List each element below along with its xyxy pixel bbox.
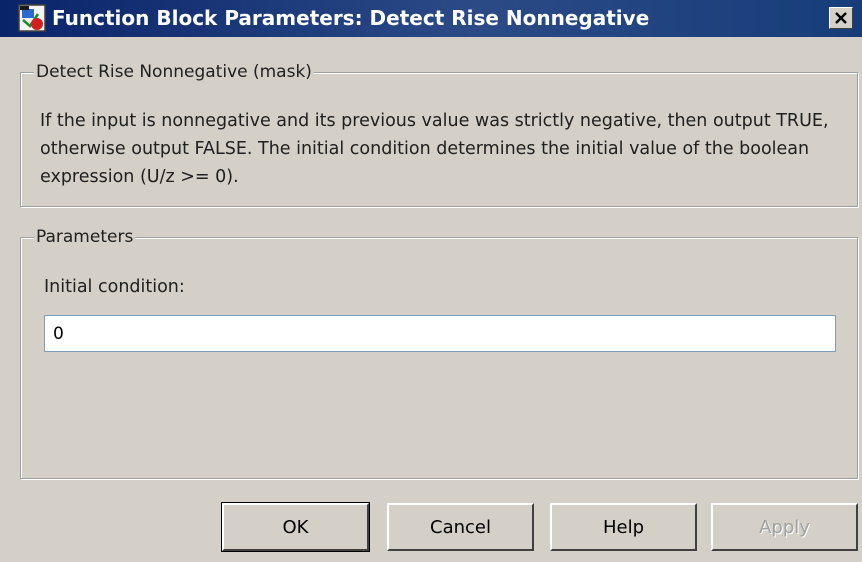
- parameters-group-legend: Parameters: [34, 227, 136, 247]
- title-bar: Function Block Parameters: Detect Rise N…: [0, 0, 862, 37]
- apply-button: Apply: [711, 503, 858, 551]
- close-icon: [835, 12, 847, 24]
- window-title: Function Block Parameters: Detect Rise N…: [52, 6, 650, 30]
- parameters-group: [20, 237, 858, 479]
- mask-description: If the input is nonnegative and its prev…: [40, 111, 829, 187]
- cancel-button[interactable]: Cancel: [387, 503, 534, 551]
- ok-button[interactable]: OK: [222, 503, 369, 551]
- mask-group-legend: Detect Rise Nonnegative (mask): [34, 62, 314, 82]
- help-button[interactable]: Help: [550, 503, 697, 551]
- close-button[interactable]: [829, 7, 853, 29]
- initial-condition-input[interactable]: [44, 315, 836, 352]
- simulink-block-icon[interactable]: [18, 4, 46, 32]
- initial-condition-label: Initial condition:: [44, 277, 185, 297]
